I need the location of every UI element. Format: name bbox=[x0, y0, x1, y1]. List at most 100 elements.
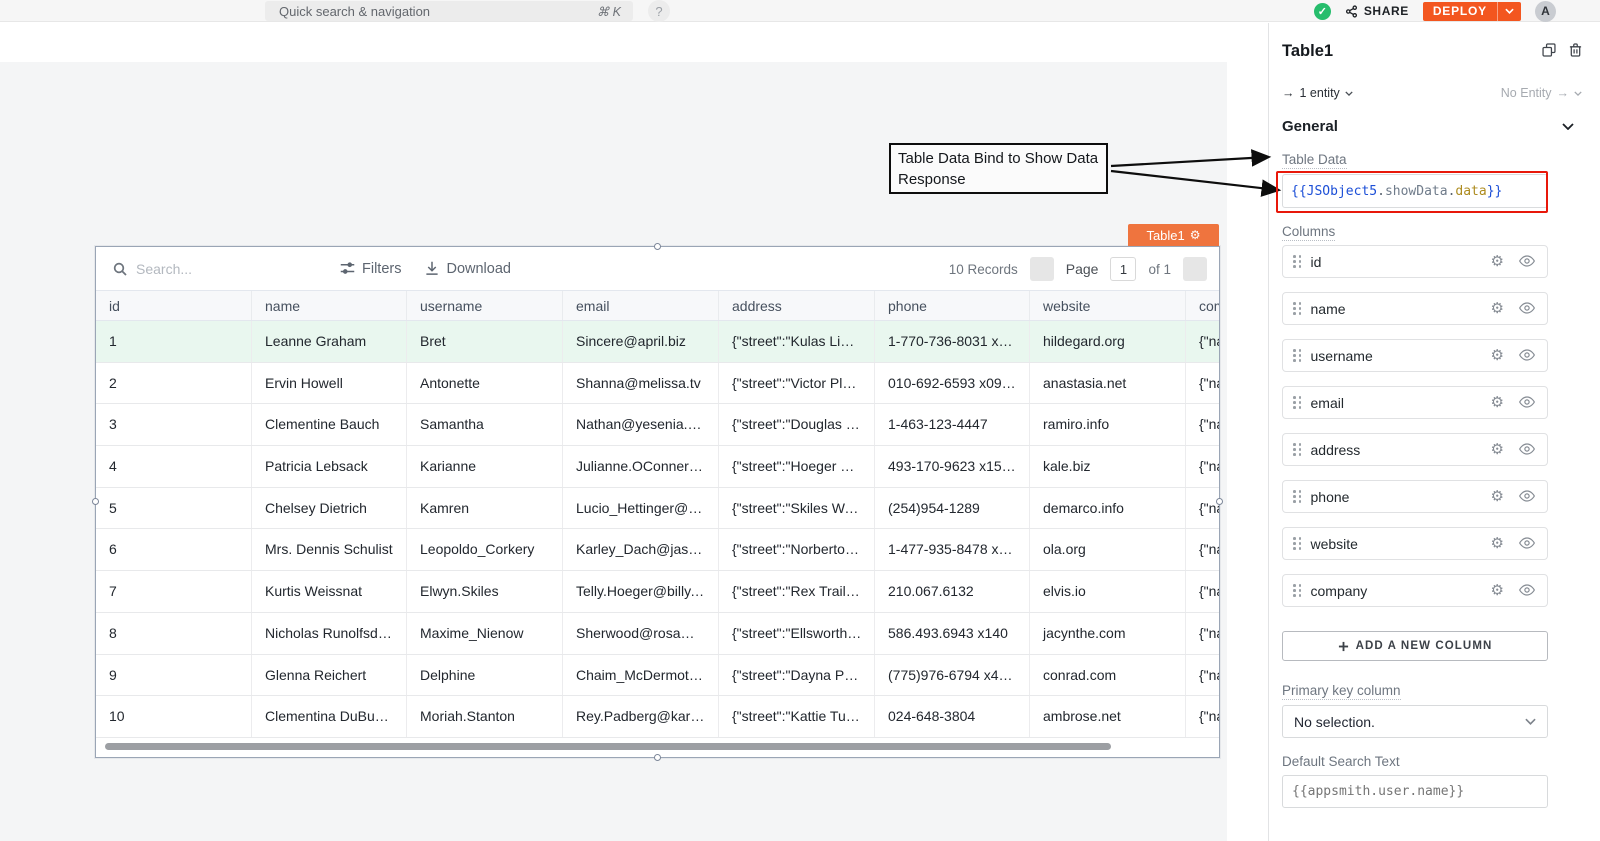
column-card-phone[interactable]: phone⚙ bbox=[1282, 480, 1548, 513]
resize-handle-right[interactable] bbox=[1216, 498, 1223, 505]
cell-name: Kurtis Weissnat bbox=[252, 571, 407, 612]
table-header-row: idnameusernameemailaddressphonewebsiteco… bbox=[96, 291, 1219, 321]
column-header-email[interactable]: email bbox=[563, 291, 719, 320]
table-row[interactable]: 9Glenna ReichertDelphineChaim_McDermott@… bbox=[96, 655, 1219, 697]
column-settings-icon[interactable]: ⚙ bbox=[1491, 254, 1504, 269]
cell-username: Elwyn.Skiles bbox=[407, 571, 563, 612]
cell-address: {"street":"Norberto Crossing","suite":"A… bbox=[719, 529, 875, 570]
table-row[interactable]: 5Chelsey DietrichKamrenLucio_Hettinger@a… bbox=[96, 488, 1219, 530]
column-card-address[interactable]: address⚙ bbox=[1282, 433, 1548, 466]
widget-title: Table1 bbox=[1282, 42, 1333, 61]
drag-handle-icon[interactable] bbox=[1293, 584, 1302, 597]
table-row[interactable]: 4Patricia LebsackKarianneJulianne.OConne… bbox=[96, 446, 1219, 488]
cell-company: {"name":"Yost and Sons"} bbox=[1186, 655, 1219, 696]
drag-handle-icon[interactable] bbox=[1293, 490, 1302, 503]
widget-name-tag[interactable]: Table1 ⚙ bbox=[1128, 224, 1219, 246]
column-card-website[interactable]: website⚙ bbox=[1282, 527, 1548, 560]
resize-handle-top[interactable] bbox=[654, 243, 661, 250]
table-search[interactable] bbox=[112, 261, 302, 277]
cell-username: Leopoldo_Corkery bbox=[407, 529, 563, 570]
add-new-column-button[interactable]: ADD A NEW COLUMN bbox=[1282, 631, 1548, 661]
download-button[interactable]: Download bbox=[425, 261, 511, 277]
quick-search-input[interactable]: Quick search & navigation ⌘ K bbox=[265, 1, 633, 21]
widget-settings-icon[interactable]: ⚙ bbox=[1190, 228, 1201, 242]
column-visibility-eye-icon[interactable] bbox=[1519, 301, 1535, 316]
table-row[interactable]: 6Mrs. Dennis SchulistLeopoldo_CorkeryKar… bbox=[96, 529, 1219, 571]
deploy-button[interactable]: DEPLOY bbox=[1423, 2, 1521, 21]
help-button[interactable]: ? bbox=[648, 0, 670, 22]
next-page-button[interactable] bbox=[1183, 257, 1207, 281]
incoming-entities-dropdown[interactable]: → 1 entity bbox=[1282, 86, 1353, 100]
copy-widget-icon[interactable] bbox=[1542, 43, 1556, 57]
general-section-header[interactable]: General bbox=[1282, 118, 1574, 135]
resize-handle-bottom[interactable] bbox=[654, 754, 661, 761]
delete-widget-icon[interactable] bbox=[1569, 43, 1582, 57]
table-search-input[interactable] bbox=[136, 261, 276, 277]
table-row[interactable]: 8Nicholas Runolfsdottir VMaxime_NienowSh… bbox=[96, 613, 1219, 655]
prev-page-button[interactable] bbox=[1030, 257, 1054, 281]
primary-key-select[interactable]: No selection. bbox=[1282, 705, 1548, 738]
drag-handle-icon[interactable] bbox=[1293, 443, 1302, 456]
drag-handle-icon[interactable] bbox=[1293, 255, 1302, 268]
drag-handle-icon[interactable] bbox=[1293, 396, 1302, 409]
deploy-chevron-icon[interactable] bbox=[1498, 8, 1521, 14]
cell-website: conrad.com bbox=[1030, 655, 1186, 696]
cell-address: {"street":"Kulas Light","suite":"Apt. 55… bbox=[719, 321, 875, 362]
table-row[interactable]: 2Ervin HowellAntonetteShanna@melissa.tv{… bbox=[96, 363, 1219, 405]
column-visibility-eye-icon[interactable] bbox=[1519, 442, 1535, 457]
column-settings-icon[interactable]: ⚙ bbox=[1491, 536, 1504, 551]
table-horizontal-scrollbar[interactable] bbox=[105, 743, 1111, 750]
column-header-website[interactable]: website bbox=[1030, 291, 1186, 320]
default-search-input[interactable] bbox=[1282, 775, 1548, 808]
column-visibility-eye-icon[interactable] bbox=[1519, 395, 1535, 410]
share-button[interactable]: SHARE bbox=[1345, 4, 1409, 18]
cell-company: {"name":"Hoeger LLC"} bbox=[1186, 696, 1219, 737]
table-row[interactable]: 7Kurtis WeissnatElwyn.SkilesTelly.Hoeger… bbox=[96, 571, 1219, 613]
table-widget[interactable]: Filters Download 10 Records Page of 1 bbox=[95, 246, 1220, 758]
column-header-phone[interactable]: phone bbox=[875, 291, 1030, 320]
drag-handle-icon[interactable] bbox=[1293, 349, 1302, 362]
column-card-username[interactable]: username⚙ bbox=[1282, 339, 1548, 372]
resize-handle-left[interactable] bbox=[92, 498, 99, 505]
cell-username: Karianne bbox=[407, 446, 563, 487]
cell-email: Lucio_Hettinger@annie.ca bbox=[563, 488, 719, 529]
column-settings-icon[interactable]: ⚙ bbox=[1491, 489, 1504, 504]
filters-button[interactable]: Filters bbox=[340, 261, 401, 277]
column-settings-icon[interactable]: ⚙ bbox=[1491, 301, 1504, 316]
widget-actions bbox=[1542, 43, 1582, 57]
column-card-name[interactable]: name⚙ bbox=[1282, 292, 1548, 325]
outgoing-entities-dropdown[interactable]: No Entity → bbox=[1501, 86, 1582, 100]
column-card-company[interactable]: company⚙ bbox=[1282, 574, 1548, 607]
column-card-id[interactable]: id⚙ bbox=[1282, 245, 1548, 278]
binding-segment: }} bbox=[1487, 184, 1503, 199]
cell-address: {"street":"Kattie Turnpike","suite":"Sui… bbox=[719, 696, 875, 737]
column-header-name[interactable]: name bbox=[252, 291, 407, 320]
column-settings-icon[interactable]: ⚙ bbox=[1491, 583, 1504, 598]
plus-icon bbox=[1338, 641, 1349, 652]
cell-email: Telly.Hoeger@billy.biz bbox=[563, 571, 719, 612]
column-settings-icon[interactable]: ⚙ bbox=[1491, 348, 1504, 363]
column-card-label: company bbox=[1311, 583, 1491, 599]
cell-id: 4 bbox=[96, 446, 252, 487]
avatar[interactable]: A bbox=[1535, 1, 1556, 22]
drag-handle-icon[interactable] bbox=[1293, 302, 1302, 315]
column-settings-icon[interactable]: ⚙ bbox=[1491, 442, 1504, 457]
column-visibility-eye-icon[interactable] bbox=[1519, 489, 1535, 504]
column-header-id[interactable]: id bbox=[96, 291, 252, 320]
filters-label: Filters bbox=[362, 261, 401, 277]
column-visibility-eye-icon[interactable] bbox=[1519, 583, 1535, 598]
page-number-input[interactable] bbox=[1110, 257, 1136, 281]
table-row[interactable]: 3Clementine BauchSamanthaNathan@yesenia.… bbox=[96, 404, 1219, 446]
column-visibility-eye-icon[interactable] bbox=[1519, 254, 1535, 269]
column-visibility-eye-icon[interactable] bbox=[1519, 348, 1535, 363]
column-header-address[interactable]: address bbox=[719, 291, 875, 320]
drag-handle-icon[interactable] bbox=[1293, 537, 1302, 550]
column-visibility-eye-icon[interactable] bbox=[1519, 536, 1535, 551]
table-data-binding-input[interactable]: {{JSObject5.showData.data}} bbox=[1282, 174, 1548, 208]
table-row[interactable]: 1Leanne GrahamBretSincere@april.biz{"str… bbox=[96, 321, 1219, 363]
column-card-email[interactable]: email⚙ bbox=[1282, 386, 1548, 419]
column-header-company[interactable]: company bbox=[1186, 291, 1219, 320]
column-settings-icon[interactable]: ⚙ bbox=[1491, 395, 1504, 410]
column-header-username[interactable]: username bbox=[407, 291, 563, 320]
table-row[interactable]: 10Clementina DuBuqueMoriah.StantonRey.Pa… bbox=[96, 696, 1219, 738]
